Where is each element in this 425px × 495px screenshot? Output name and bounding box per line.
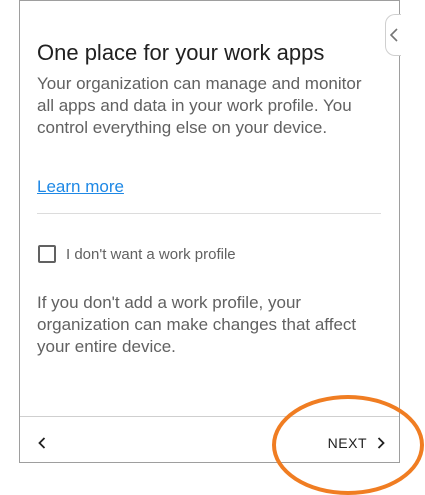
chevron-left-icon bbox=[390, 28, 398, 42]
warning-note-text: If you don't add a work profile, your or… bbox=[37, 293, 357, 356]
side-panel-tab[interactable] bbox=[385, 14, 401, 56]
chevron-right-icon bbox=[377, 437, 385, 449]
chevron-left-icon bbox=[38, 437, 46, 449]
page-title: One place for your work apps bbox=[37, 40, 325, 65]
description-text: Your organization can manage and monitor… bbox=[37, 74, 362, 137]
back-button[interactable] bbox=[30, 431, 54, 455]
no-work-profile-option[interactable]: I don't want a work profile bbox=[38, 244, 236, 264]
no-work-profile-label: I don't want a work profile bbox=[66, 245, 236, 263]
next-button[interactable]: NEXT bbox=[328, 431, 385, 455]
next-button-label: NEXT bbox=[327, 435, 367, 451]
divider bbox=[37, 213, 381, 214]
nav-divider bbox=[20, 416, 399, 417]
no-work-profile-checkbox[interactable] bbox=[38, 245, 56, 263]
setup-dialog: One place for your work apps Your organi… bbox=[19, 0, 401, 463]
learn-more-link[interactable]: Learn more bbox=[37, 176, 124, 198]
